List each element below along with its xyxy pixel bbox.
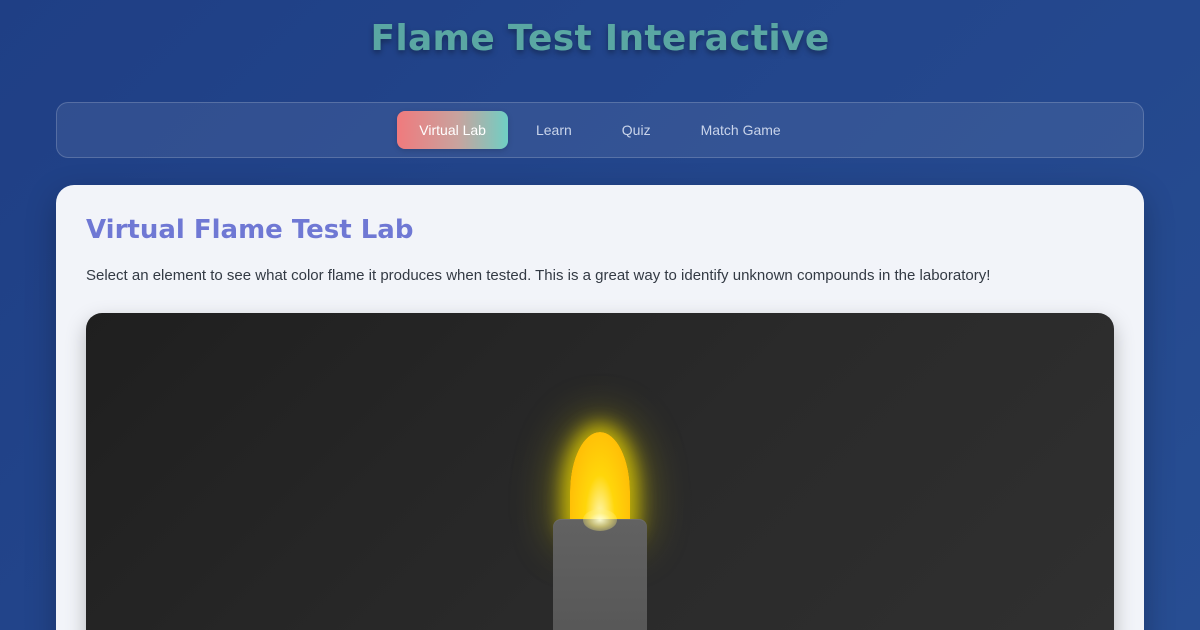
- burner: [553, 519, 647, 630]
- tab-quiz[interactable]: Quiz: [600, 111, 673, 149]
- tab-virtual-lab[interactable]: Virtual Lab: [397, 111, 508, 149]
- section-title: Virtual Flame Test Lab: [86, 215, 414, 245]
- app-title: Flame Test Interactive: [370, 18, 830, 59]
- lab-card: Virtual Flame Test Lab Select an element…: [56, 185, 1144, 630]
- burner-glow: [583, 509, 617, 531]
- lab-stage: [86, 313, 1114, 630]
- section-description: Select an element to see what color flam…: [86, 267, 991, 284]
- nav-bar: Virtual Lab Learn Quiz Match Game: [56, 102, 1144, 158]
- tab-learn[interactable]: Learn: [514, 111, 594, 149]
- tab-match-game[interactable]: Match Game: [679, 111, 803, 149]
